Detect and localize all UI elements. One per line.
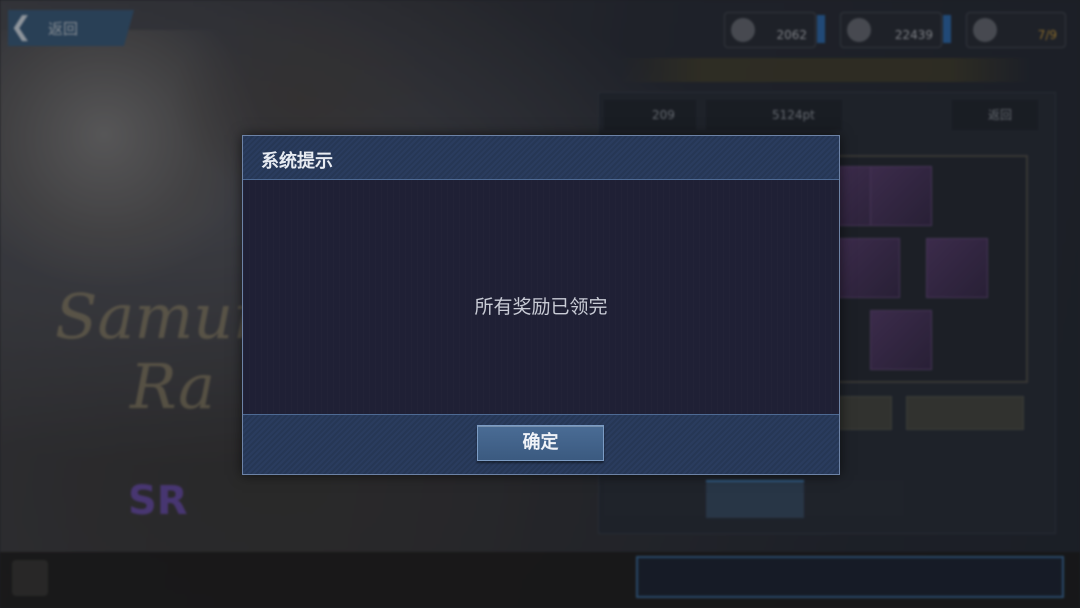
dialog-body: 所有奖励已领完: [243, 180, 839, 414]
dialog-header: 系统提示: [243, 136, 839, 180]
dialog-title: 系统提示: [261, 151, 333, 172]
confirm-button[interactable]: 确定: [477, 425, 604, 461]
dialog-message: 所有奖励已领完: [474, 296, 608, 318]
dialog-footer: 确定: [243, 414, 839, 474]
system-dialog: 系统提示 所有奖励已领完 确定: [242, 135, 840, 475]
